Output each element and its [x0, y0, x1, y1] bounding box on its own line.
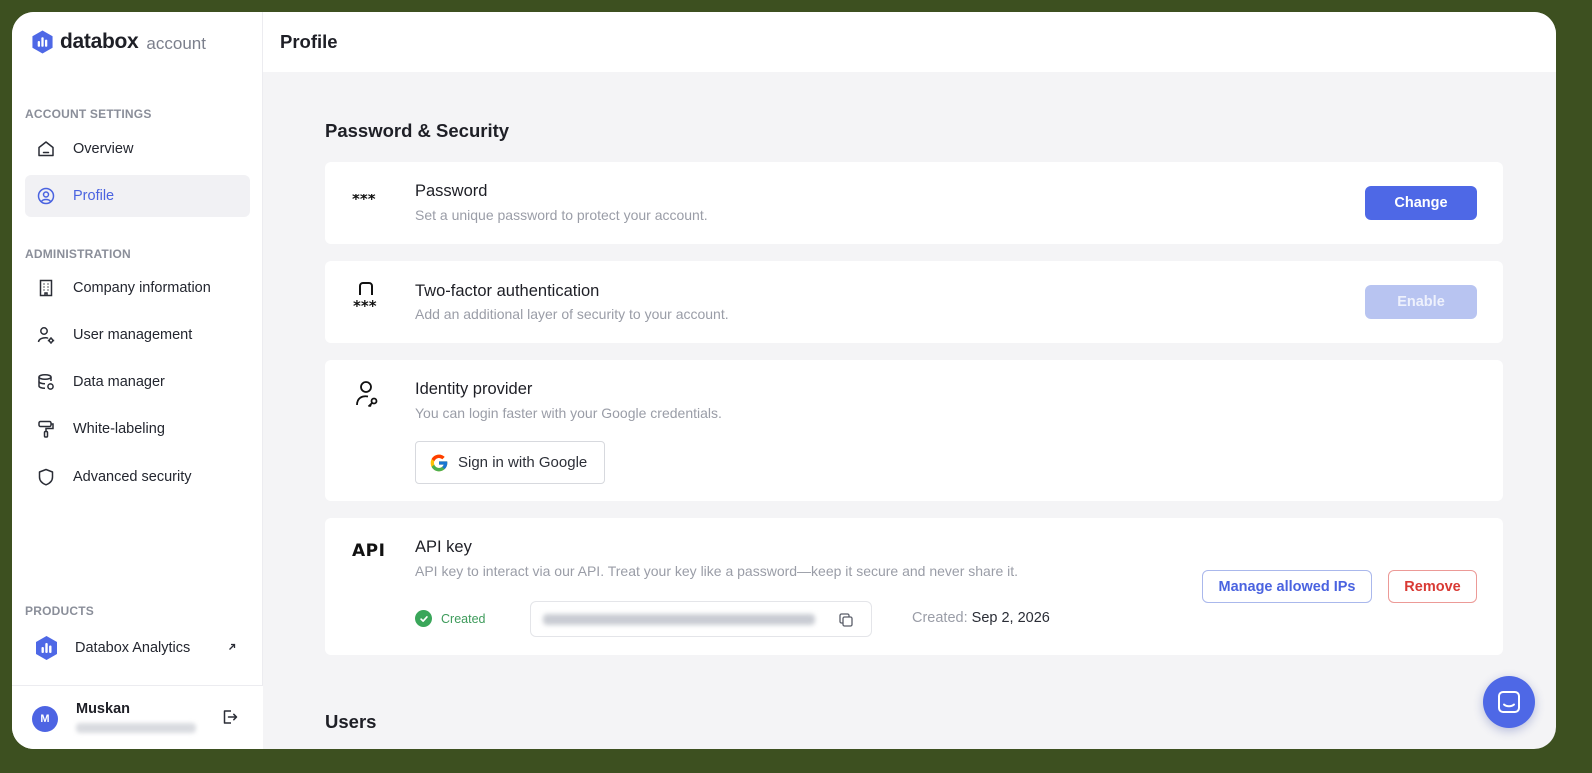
products-title: PRODUCTS	[25, 604, 94, 618]
header: Profile	[263, 12, 1556, 72]
sidebar-item-company-information[interactable]: Company information	[25, 267, 250, 309]
sidebar-item-label: Company information	[73, 280, 211, 296]
user-footer: M Muskan	[12, 685, 263, 749]
api-key-created-date: Created: Sep 2, 2026	[912, 610, 1050, 626]
api-icon: API	[352, 541, 386, 561]
shield-icon	[38, 468, 54, 486]
sidebar-item-label: Profile	[73, 188, 115, 204]
identity-provider-card: Identity provider You can login faster w…	[325, 360, 1503, 501]
user-email-redacted	[76, 723, 196, 733]
page-title: Profile	[280, 31, 338, 52]
sidebar-item-advanced-security[interactable]: Advanced security	[25, 456, 250, 498]
password-asterisks-icon: ***	[352, 194, 376, 204]
google-icon	[430, 454, 448, 471]
sign-in-google-button[interactable]: Sign in with Google	[415, 441, 605, 484]
google-button-label: Sign in with Google	[458, 454, 588, 471]
api-key-value-redacted	[543, 614, 815, 625]
users-heading: Users	[325, 711, 377, 732]
sidebar-item-user-management[interactable]: User management	[25, 314, 250, 356]
chat-support-button[interactable]	[1483, 676, 1535, 728]
created-date-value: Sep 2, 2026	[971, 610, 1050, 626]
sidebar-item-label: Data manager	[73, 374, 165, 390]
identity-provider-desc: You can login faster with your Google cr…	[415, 405, 722, 421]
main-content: Password & Security *** Password Set a u…	[263, 72, 1556, 749]
sidebar-item-label: White-labeling	[73, 421, 165, 437]
sidebar-item-label: User management	[73, 327, 193, 343]
sidebar: databox account ACCOUNT SETTINGS Overvie…	[12, 12, 263, 749]
identity-provider-title: Identity provider	[415, 380, 533, 398]
sidebar-item-data-manager[interactable]: Data manager	[25, 361, 250, 403]
sidebar-item-white-labeling[interactable]: White-labeling	[25, 408, 250, 450]
api-key-card: API API key API key to interact via our …	[325, 518, 1503, 655]
account-settings-title: ACCOUNT SETTINGS	[25, 107, 152, 121]
sidebar-item-profile[interactable]: Profile	[25, 175, 250, 217]
sidebar-item-overview[interactable]: Overview	[25, 128, 250, 170]
product-databox-analytics[interactable]: Databox Analytics	[25, 630, 250, 666]
api-key-field[interactable]	[530, 601, 872, 637]
api-key-status: Created	[415, 610, 485, 627]
building-icon	[39, 279, 53, 297]
app-window: databox account ACCOUNT SETTINGS Overvie…	[12, 12, 1556, 749]
password-security-heading: Password & Security	[325, 120, 510, 141]
two-factor-card: *** Two-factor authentication Add an add…	[325, 261, 1503, 343]
databox-logo-icon	[32, 30, 53, 54]
svg-text:***: ***	[353, 297, 377, 311]
check-circle-icon	[415, 610, 432, 627]
api-key-desc: API key to interact via our API. Treat y…	[415, 563, 1019, 579]
avatar[interactable]: M	[32, 706, 58, 732]
status-label: Created	[441, 611, 486, 626]
password-card: *** Password Set a unique password to pr…	[325, 162, 1503, 244]
change-password-button[interactable]: Change	[1365, 186, 1477, 220]
sidebar-item-label: Advanced security	[73, 469, 192, 485]
created-label: Created:	[912, 610, 968, 626]
brand-sub: account	[146, 33, 206, 53]
home-icon	[38, 141, 54, 157]
logout-icon[interactable]	[221, 708, 239, 726]
databox-analytics-logo-icon	[36, 636, 57, 660]
api-key-title: API key	[415, 538, 472, 556]
lock-asterisks-icon: ***	[353, 282, 377, 311]
brand-name: databox	[60, 30, 139, 53]
remove-api-key-button[interactable]: Remove	[1388, 570, 1477, 603]
svg-text:***: ***	[352, 194, 376, 204]
sidebar-item-label: Overview	[73, 141, 134, 157]
database-icon	[38, 373, 54, 390]
external-link-icon	[229, 643, 236, 650]
user-key-icon	[356, 381, 378, 408]
password-desc: Set a unique password to protect your ac…	[415, 207, 708, 223]
user-circle-icon	[37, 187, 55, 205]
product-label: Databox Analytics	[75, 640, 191, 656]
copy-icon[interactable]	[838, 612, 854, 628]
brand-logo[interactable]: databox account	[31, 28, 206, 56]
administration-title: ADMINISTRATION	[25, 247, 131, 261]
user-name: Muskan	[76, 701, 130, 717]
chat-icon	[1498, 691, 1520, 713]
manage-allowed-ips-button[interactable]: Manage allowed IPs	[1202, 570, 1372, 603]
two-factor-desc: Add an additional layer of security to y…	[415, 306, 729, 322]
two-factor-title: Two-factor authentication	[415, 282, 600, 300]
paint-roller-icon	[38, 420, 54, 438]
enable-2fa-button[interactable]: Enable	[1365, 285, 1477, 319]
user-gear-icon	[37, 327, 55, 344]
password-title: Password	[415, 182, 488, 200]
